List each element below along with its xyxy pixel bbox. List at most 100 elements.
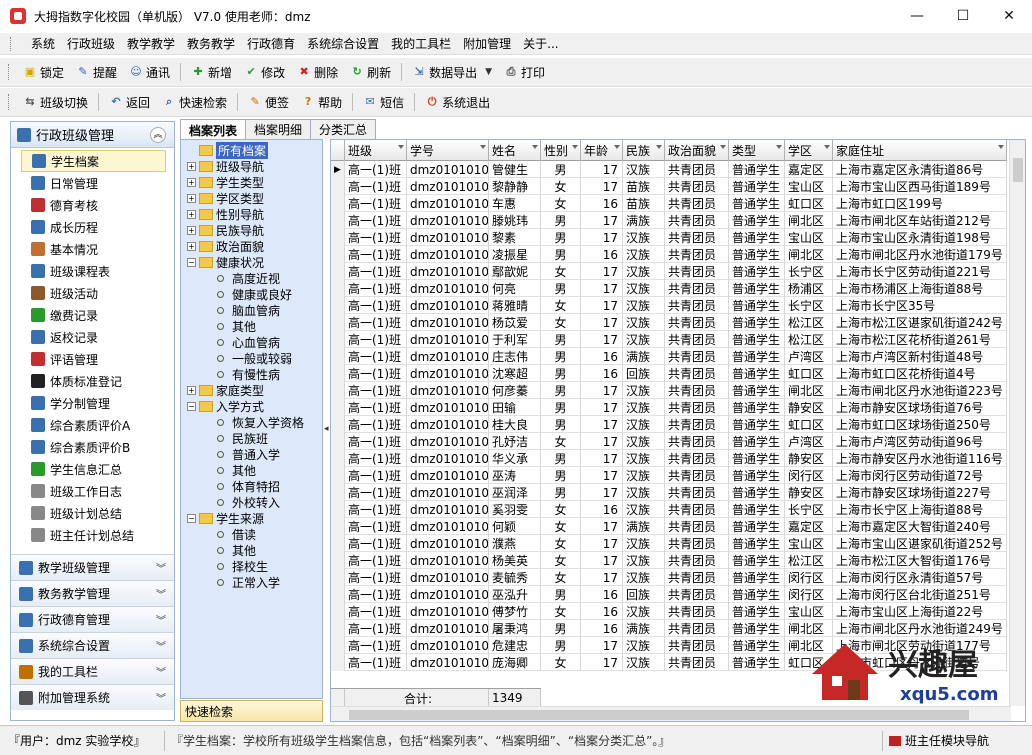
cell-type[interactable]: 普通学生 [729, 399, 785, 416]
cell-dist[interactable]: 嘉定区 [785, 161, 833, 178]
tree-node-20[interactable]: 其他 [181, 462, 322, 478]
cell-dist[interactable]: 宝山区 [785, 535, 833, 552]
cell-age[interactable]: 17 [581, 637, 623, 654]
cell-sex[interactable]: 女 [541, 297, 581, 314]
tree-node-6[interactable]: + 政治面貌 [181, 238, 322, 254]
cell-pol[interactable]: 共青团员 [665, 280, 729, 297]
cell-age[interactable]: 16 [581, 246, 623, 263]
cell-addr[interactable]: 上海市闸北区车站街道212号 [833, 212, 1007, 229]
cell-name[interactable]: 黎静静 [489, 178, 541, 195]
tree-expander-icon[interactable]: + [187, 177, 196, 187]
cell-sex[interactable]: 女 [541, 603, 581, 620]
tree-node-10[interactable]: 脑血管病 [181, 302, 322, 318]
cell-type[interactable]: 普通学生 [729, 416, 785, 433]
table-row[interactable]: 高一(1)班dmz010101022何颖女17满族共青团员普通学生嘉定区上海市嘉… [331, 518, 1007, 535]
cell-cls[interactable]: 高一(1)班 [345, 229, 407, 246]
cell-addr[interactable]: 上海市闵行区劳动街道72号 [833, 467, 1007, 484]
cell-cls[interactable]: 高一(1)班 [345, 501, 407, 518]
expand-down-icon[interactable]: ︾ [156, 638, 166, 653]
expand-down-icon[interactable]: ︾ [156, 690, 166, 705]
cell-cls[interactable]: 高一(1)班 [345, 569, 407, 586]
table-row[interactable]: 高一(1)班dmz010101009蒋雅晴女17汉族共青团员普通学生长宁区上海市… [331, 297, 1007, 314]
column-filter-icon[interactable] [532, 145, 538, 149]
column-header-addr[interactable]: 家庭住址 [833, 140, 1007, 161]
tree-node-5[interactable]: + 民族导航 [181, 222, 322, 238]
cell-addr[interactable]: 上海市静安区球场街道76号 [833, 399, 1007, 416]
menu-item-0[interactable]: 系统 [25, 35, 61, 52]
column-filter-icon[interactable] [776, 145, 782, 149]
column-filter-icon[interactable] [720, 145, 726, 149]
edit-button[interactable]: ✔ 修改 [238, 61, 291, 83]
cell-eth[interactable]: 满族 [623, 212, 665, 229]
cell-name[interactable]: 奚羽雯 [489, 501, 541, 518]
cell-age[interactable]: 17 [581, 229, 623, 246]
cell-type[interactable]: 普通学生 [729, 569, 785, 586]
search-button[interactable]: ⌕ 快速检索 [156, 91, 233, 113]
cell-id[interactable]: dmz010101018 [407, 450, 489, 467]
cell-eth[interactable]: 汉族 [623, 263, 665, 280]
cell-pol[interactable]: 共青团员 [665, 637, 729, 654]
tree-expander-icon[interactable]: + [187, 193, 196, 203]
tree-node-19[interactable]: 普通入学 [181, 446, 322, 462]
cell-pol[interactable]: 共青团员 [665, 348, 729, 365]
cell-dist[interactable]: 宝山区 [785, 178, 833, 195]
cell-sex[interactable]: 女 [541, 263, 581, 280]
cell-pol[interactable]: 共青团员 [665, 229, 729, 246]
cell-age[interactable]: 17 [581, 467, 623, 484]
cell-cls[interactable]: 高一(1)班 [345, 195, 407, 212]
cell-name[interactable]: 何亮 [489, 280, 541, 297]
cell-addr[interactable]: 上海市长宁区上海街道88号 [833, 501, 1007, 518]
cell-eth[interactable]: 汉族 [623, 552, 665, 569]
cell-name[interactable]: 田输 [489, 399, 541, 416]
column-filter-icon[interactable] [998, 145, 1004, 149]
cell-name[interactable]: 巫润泽 [489, 484, 541, 501]
cell-type[interactable]: 普通学生 [729, 501, 785, 518]
back-button[interactable]: ↶ 返回 [103, 91, 156, 113]
cell-addr[interactable]: 上海市虹口区球场街道250号 [833, 416, 1007, 433]
table-row[interactable]: 高一(1)班dmz010101017孔妤洁女17汉族共青团员普通学生卢湾区上海市… [331, 433, 1007, 450]
cell-sex[interactable]: 男 [541, 484, 581, 501]
cell-name[interactable]: 车惠 [489, 195, 541, 212]
cell-id[interactable]: dmz010101025 [407, 569, 489, 586]
cell-pol[interactable]: 共青团员 [665, 433, 729, 450]
cell-name[interactable]: 于利军 [489, 331, 541, 348]
tree-expander-icon[interactable]: − [187, 513, 196, 523]
cell-id[interactable]: dmz010101016 [407, 416, 489, 433]
column-filter-icon[interactable] [572, 145, 578, 149]
cell-id[interactable]: dmz010101011 [407, 331, 489, 348]
column-filter-icon[interactable] [614, 145, 620, 149]
cell-dist[interactable]: 闸北区 [785, 382, 833, 399]
sidebar-item-3[interactable]: 成长历程 [11, 216, 174, 238]
cell-age[interactable]: 17 [581, 212, 623, 229]
cell-dist[interactable]: 松江区 [785, 552, 833, 569]
cell-id[interactable]: dmz010101004 [407, 212, 489, 229]
table-row[interactable]: 高一(1)班dmz010101027傅梦竹女16汉族共青团员普通学生宝山区上海市… [331, 603, 1007, 620]
cell-id[interactable]: dmz010101003 [407, 195, 489, 212]
cell-dist[interactable]: 闵行区 [785, 467, 833, 484]
cell-sex[interactable]: 女 [541, 535, 581, 552]
cell-pol[interactable]: 共青团员 [665, 263, 729, 280]
cell-addr[interactable]: 上海市闸北区丹水池街道179号 [833, 246, 1007, 263]
table-row[interactable]: 高一(1)班dmz010101029危建忠男17汉族共青团员普通学生闸北区上海市… [331, 637, 1007, 654]
cell-id[interactable]: dmz010101014 [407, 382, 489, 399]
cell-addr[interactable]: 上海市宝山区上海街道22号 [833, 603, 1007, 620]
column-header-id[interactable]: 学号 [407, 140, 489, 161]
table-row[interactable]: 高一(1)班dmz010101016桂大良男17汉族共青团员普通学生虹口区上海市… [331, 416, 1007, 433]
cell-sex[interactable]: 女 [541, 314, 581, 331]
cell-addr[interactable]: 上海市长宁区35号 [833, 297, 1007, 314]
cell-sex[interactable]: 男 [541, 399, 581, 416]
add-button[interactable]: ✚ 新增 [185, 61, 238, 83]
cell-cls[interactable]: 高一(1)班 [345, 161, 407, 178]
cell-dist[interactable]: 卢湾区 [785, 433, 833, 450]
cell-cls[interactable]: 高一(1)班 [345, 603, 407, 620]
close-button[interactable]: ✕ [986, 0, 1032, 32]
cell-age[interactable]: 17 [581, 263, 623, 280]
cell-cls[interactable]: 高一(1)班 [345, 331, 407, 348]
tree-node-2[interactable]: + 学生类型 [181, 174, 322, 190]
cell-id[interactable]: dmz010101026 [407, 586, 489, 603]
cell-id[interactable]: dmz010101010 [407, 314, 489, 331]
nav-header-class-management[interactable]: 行政班级管理 ︽ [11, 122, 174, 148]
cell-pol[interactable]: 共青团员 [665, 450, 729, 467]
sidebar-section-5[interactable]: 附加管理系统 ︾ [11, 684, 174, 710]
tree-expander-icon[interactable]: + [187, 241, 196, 251]
